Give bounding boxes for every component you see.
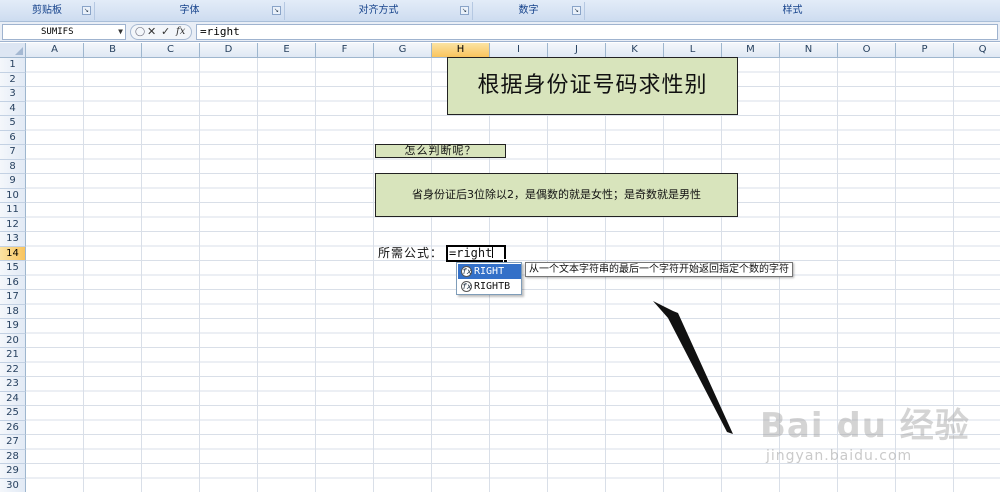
arrow-shape <box>653 301 733 434</box>
watermark-url: jingyan.baidu.com <box>766 448 913 464</box>
baidu-watermark: Bai du 经验 jingyan.baidu.com <box>760 398 996 488</box>
watermark-brand: Bai du 经验 <box>760 406 970 446</box>
